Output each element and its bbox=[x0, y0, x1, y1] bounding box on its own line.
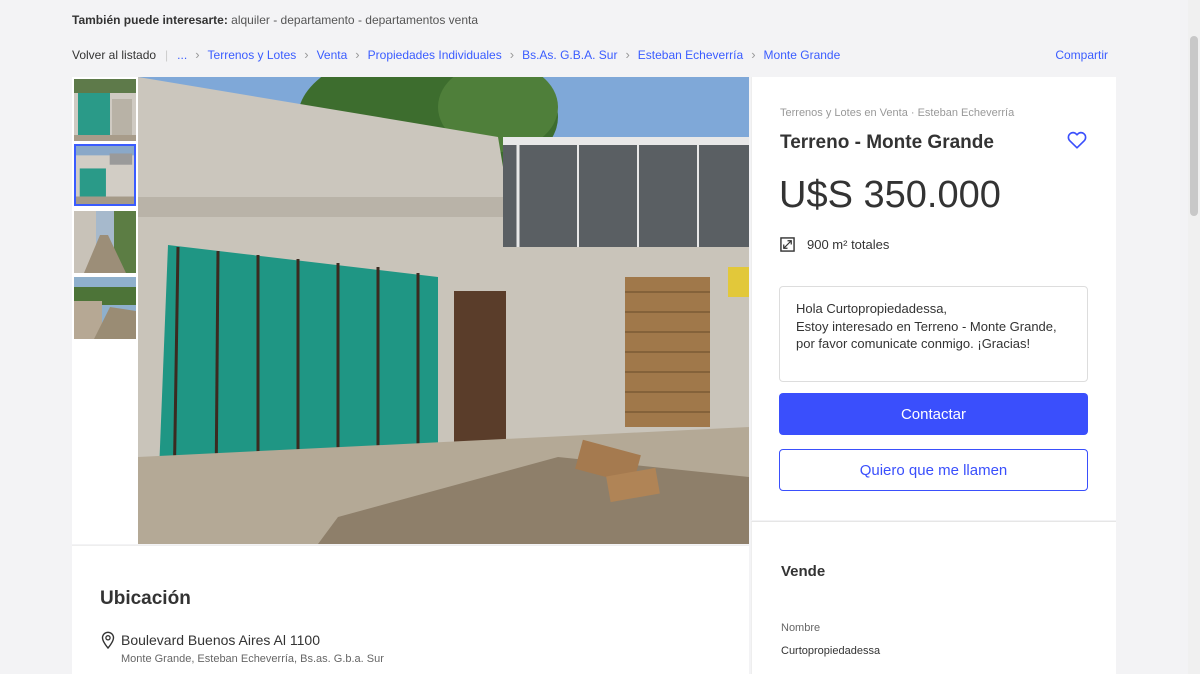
listing-title: Terreno - Monte Grande bbox=[780, 132, 994, 153]
listing-price: U$S 350.000 bbox=[779, 174, 1001, 216]
share-link[interactable]: Compartir bbox=[1055, 48, 1108, 62]
area-icon bbox=[780, 237, 795, 252]
breadcrumb-item-gba-sur[interactable]: Bs.As. G.B.A. Sur bbox=[522, 48, 617, 62]
thumbnail-strip bbox=[72, 77, 138, 544]
chevron-right-icon: › bbox=[509, 47, 515, 62]
location-heading: Ubicación bbox=[100, 588, 191, 609]
chevron-right-icon: › bbox=[195, 47, 200, 62]
location-section: Ubicación Boulevard Buenos Aires Al 1100… bbox=[72, 545, 749, 674]
heart-icon[interactable] bbox=[1066, 129, 1088, 151]
seller-name: Curtopropiedadessa bbox=[781, 645, 881, 657]
listing-summary-card: Terrenos y Lotes en Venta · Esteban Eche… bbox=[751, 77, 1116, 520]
related-link-departamento[interactable]: departamento bbox=[281, 13, 355, 27]
breadcrumb-item-monte-grande[interactable]: Monte Grande bbox=[764, 48, 841, 62]
scrollbar-thumb[interactable] bbox=[1190, 36, 1198, 216]
thumbnail-2[interactable] bbox=[74, 144, 136, 206]
chevron-right-icon: › bbox=[355, 47, 360, 62]
related-separator: - bbox=[354, 13, 366, 27]
seller-heading: Vende bbox=[781, 563, 826, 580]
area-info: 900 m² totales bbox=[780, 237, 889, 252]
back-to-list-link[interactable]: Volver al listado bbox=[72, 48, 156, 62]
related-searches: También puede interesarte: alquiler - de… bbox=[72, 13, 478, 27]
breadcrumb-divider: | bbox=[165, 47, 169, 62]
breadcrumb-item-ellipsis[interactable]: ... bbox=[177, 48, 187, 62]
contact-message-field[interactable]: Hola Curtopropiedadessa, Estoy interesad… bbox=[779, 286, 1088, 382]
listing-category: Terrenos y Lotes en Venta · Esteban Eche… bbox=[780, 107, 1015, 119]
chevron-right-icon: › bbox=[625, 47, 630, 62]
page-scrollbar[interactable] bbox=[1188, 0, 1200, 674]
thumbnail-4[interactable] bbox=[74, 277, 136, 339]
seller-card: Vende Nombre Curtopropiedadessa bbox=[751, 521, 1116, 674]
location-address: Boulevard Buenos Aires Al 1100 bbox=[121, 632, 320, 648]
chevron-right-icon: › bbox=[304, 47, 309, 62]
location-area: Monte Grande, Esteban Echeverría, Bs.as.… bbox=[121, 653, 384, 665]
area-value: 900 m² totales bbox=[807, 237, 890, 252]
chevron-right-icon: › bbox=[751, 47, 756, 62]
related-searches-label: También puede interesarte: bbox=[72, 13, 228, 27]
photo-gallery bbox=[72, 77, 749, 544]
thumbnail-1[interactable] bbox=[74, 79, 136, 141]
main-property-photo[interactable] bbox=[138, 77, 749, 544]
thumbnail-3[interactable] bbox=[74, 211, 136, 273]
seller-name-label: Nombre bbox=[781, 622, 821, 634]
related-separator: - bbox=[269, 13, 281, 27]
related-link-alquiler[interactable]: alquiler bbox=[231, 13, 270, 27]
breadcrumb-item-esteban-echeverria[interactable]: Esteban Echeverría bbox=[638, 48, 743, 62]
breadcrumb: Volver al listado | ... › Terrenos y Lot… bbox=[72, 47, 1108, 62]
breadcrumb-item-terrenos[interactable]: Terrenos y Lotes bbox=[208, 48, 297, 62]
request-call-button[interactable]: Quiero que me llamen bbox=[779, 449, 1088, 491]
location-pin-icon bbox=[101, 631, 115, 650]
contact-button[interactable]: Contactar bbox=[779, 393, 1088, 435]
breadcrumb-item-propiedades[interactable]: Propiedades Individuales bbox=[368, 48, 502, 62]
breadcrumb-item-venta[interactable]: Venta bbox=[317, 48, 348, 62]
related-link-departamentos-venta[interactable]: departamentos venta bbox=[365, 13, 478, 27]
